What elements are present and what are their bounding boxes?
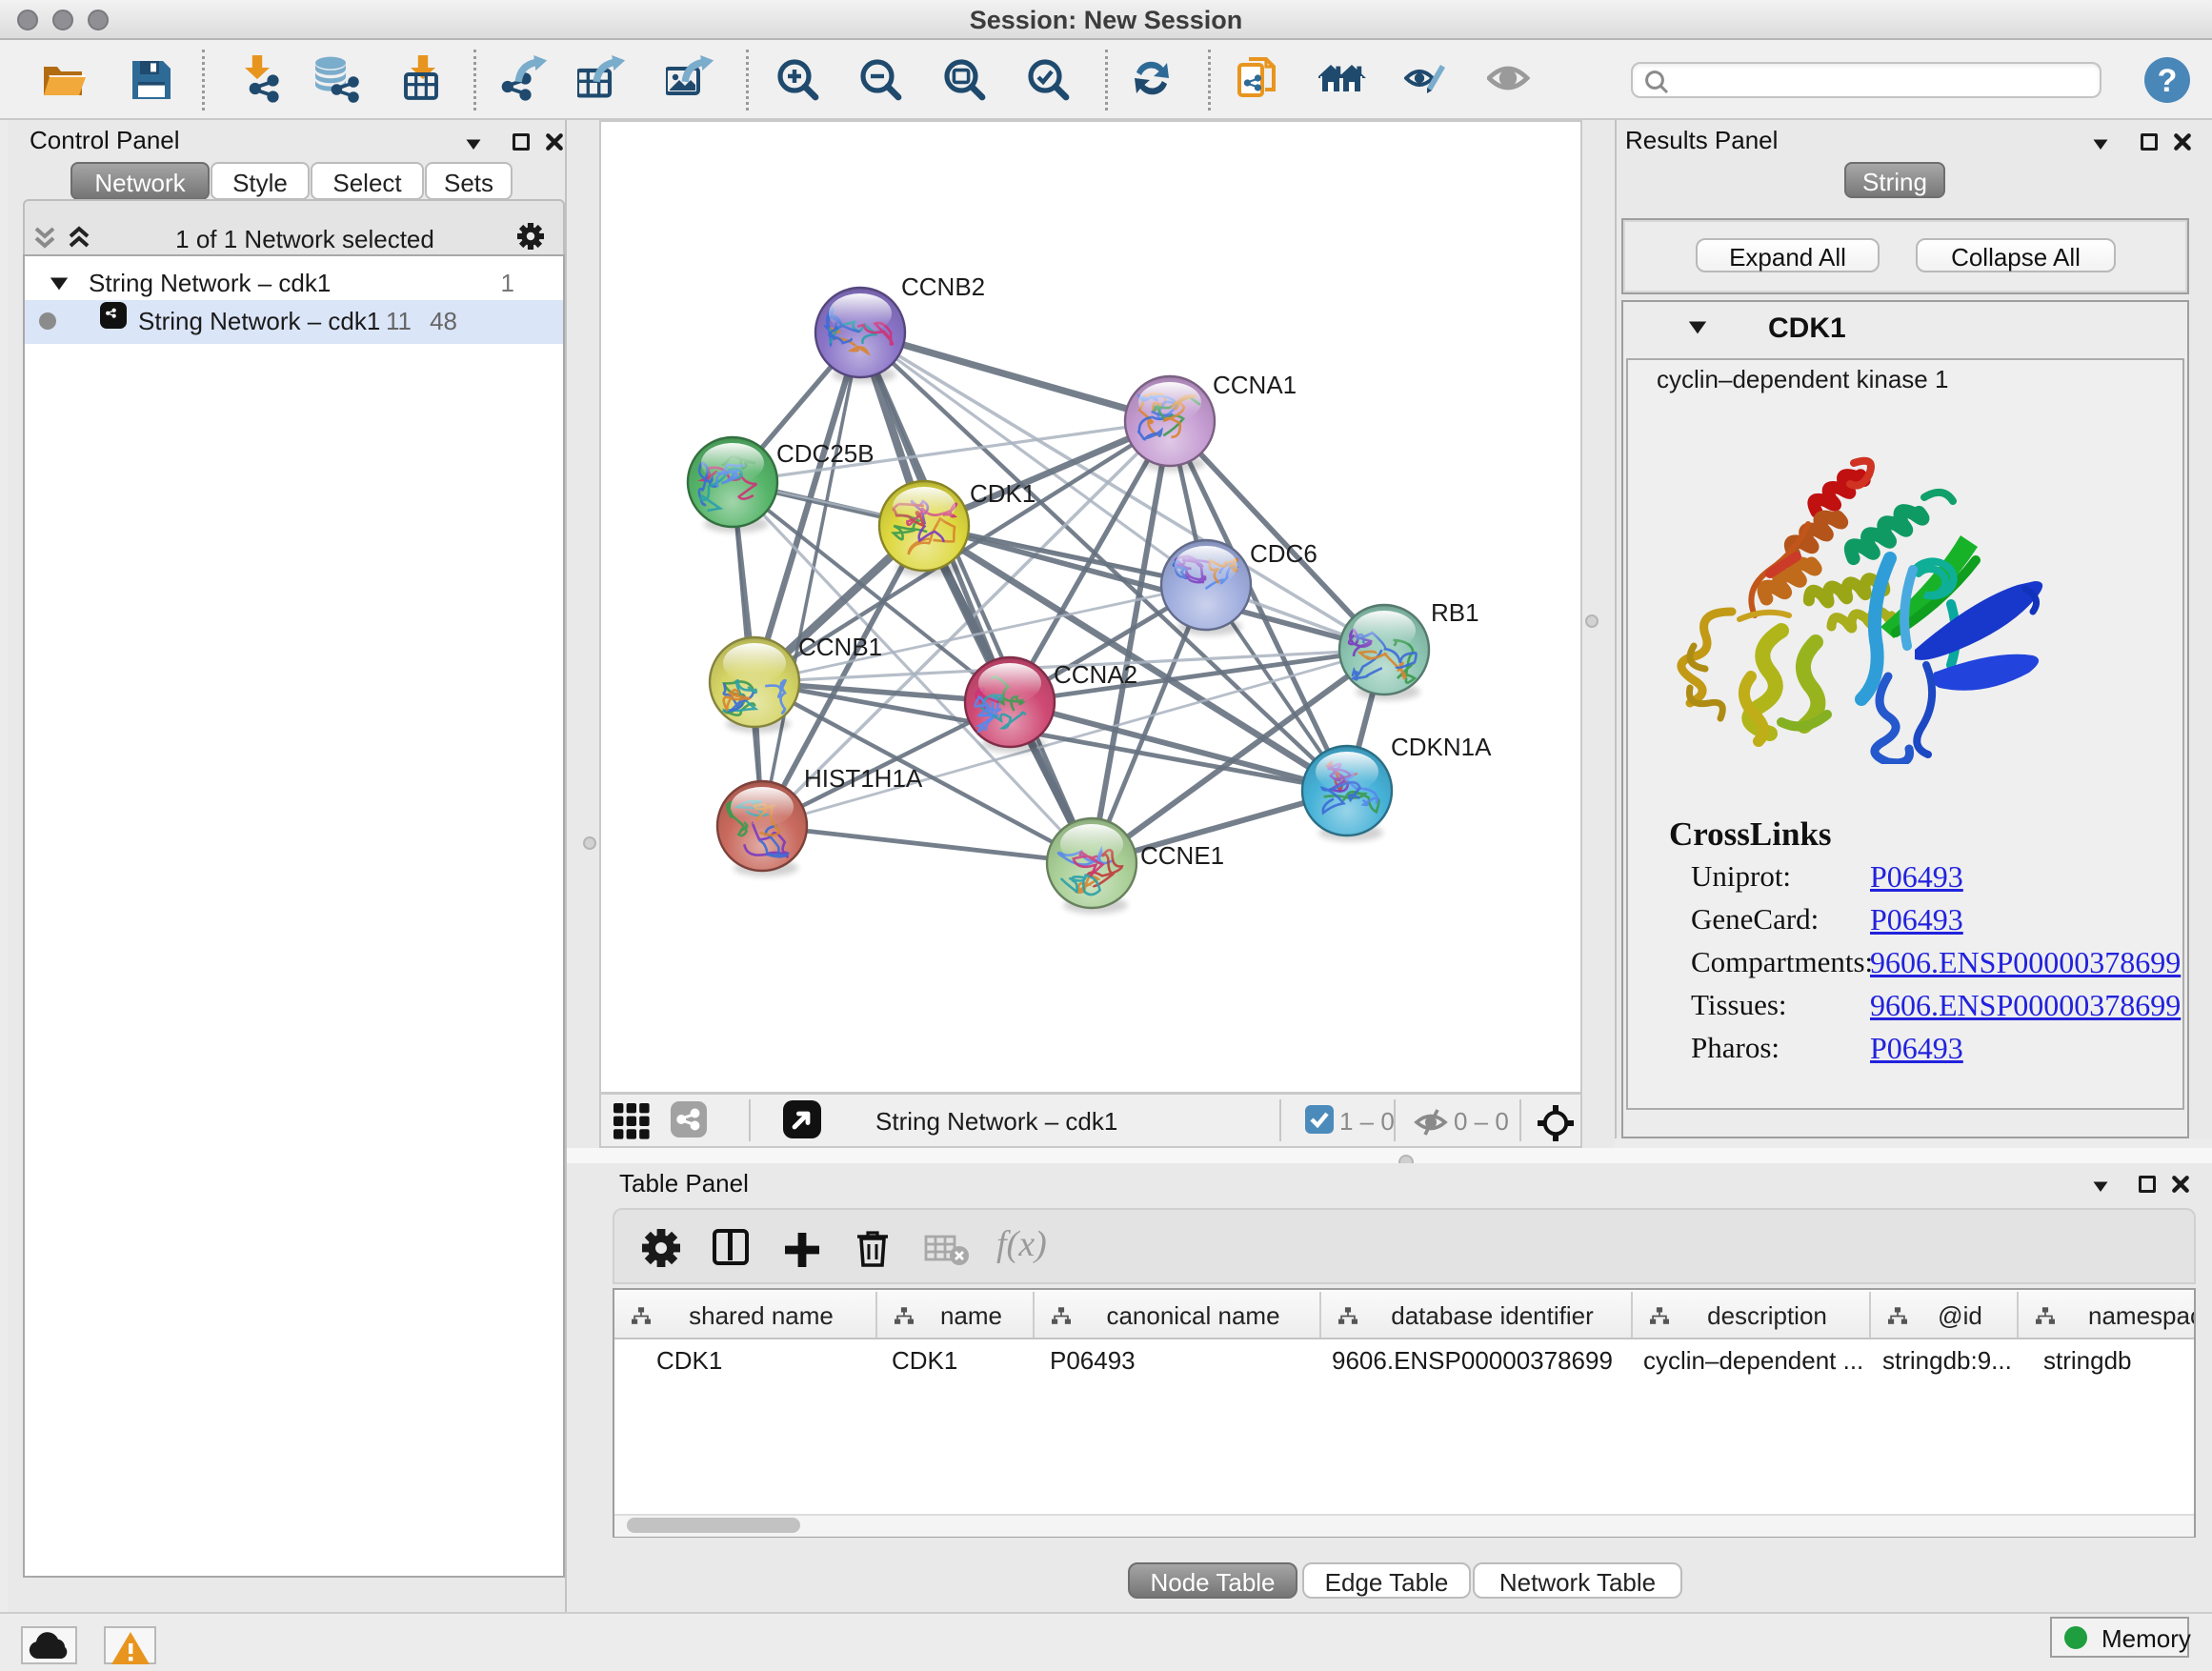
svg-text:CDK1: CDK1 bbox=[970, 479, 1036, 508]
svg-text:CDC6: CDC6 bbox=[1250, 539, 1317, 568]
svg-text:CCNB1: CCNB1 bbox=[798, 633, 882, 661]
svg-text:CCNE1: CCNE1 bbox=[1140, 841, 1224, 870]
svg-text:RB1: RB1 bbox=[1431, 598, 1479, 627]
svg-text:CDKN1A: CDKN1A bbox=[1391, 733, 1492, 761]
svg-text:CCNA2: CCNA2 bbox=[1054, 660, 1137, 689]
svg-text:CCNB2: CCNB2 bbox=[901, 272, 985, 301]
svg-text:HIST1H1A: HIST1H1A bbox=[804, 764, 923, 793]
svg-text:CCNA1: CCNA1 bbox=[1213, 371, 1297, 399]
svg-text:?: ? bbox=[2158, 63, 2178, 99]
svg-text:CDC25B: CDC25B bbox=[776, 439, 875, 468]
